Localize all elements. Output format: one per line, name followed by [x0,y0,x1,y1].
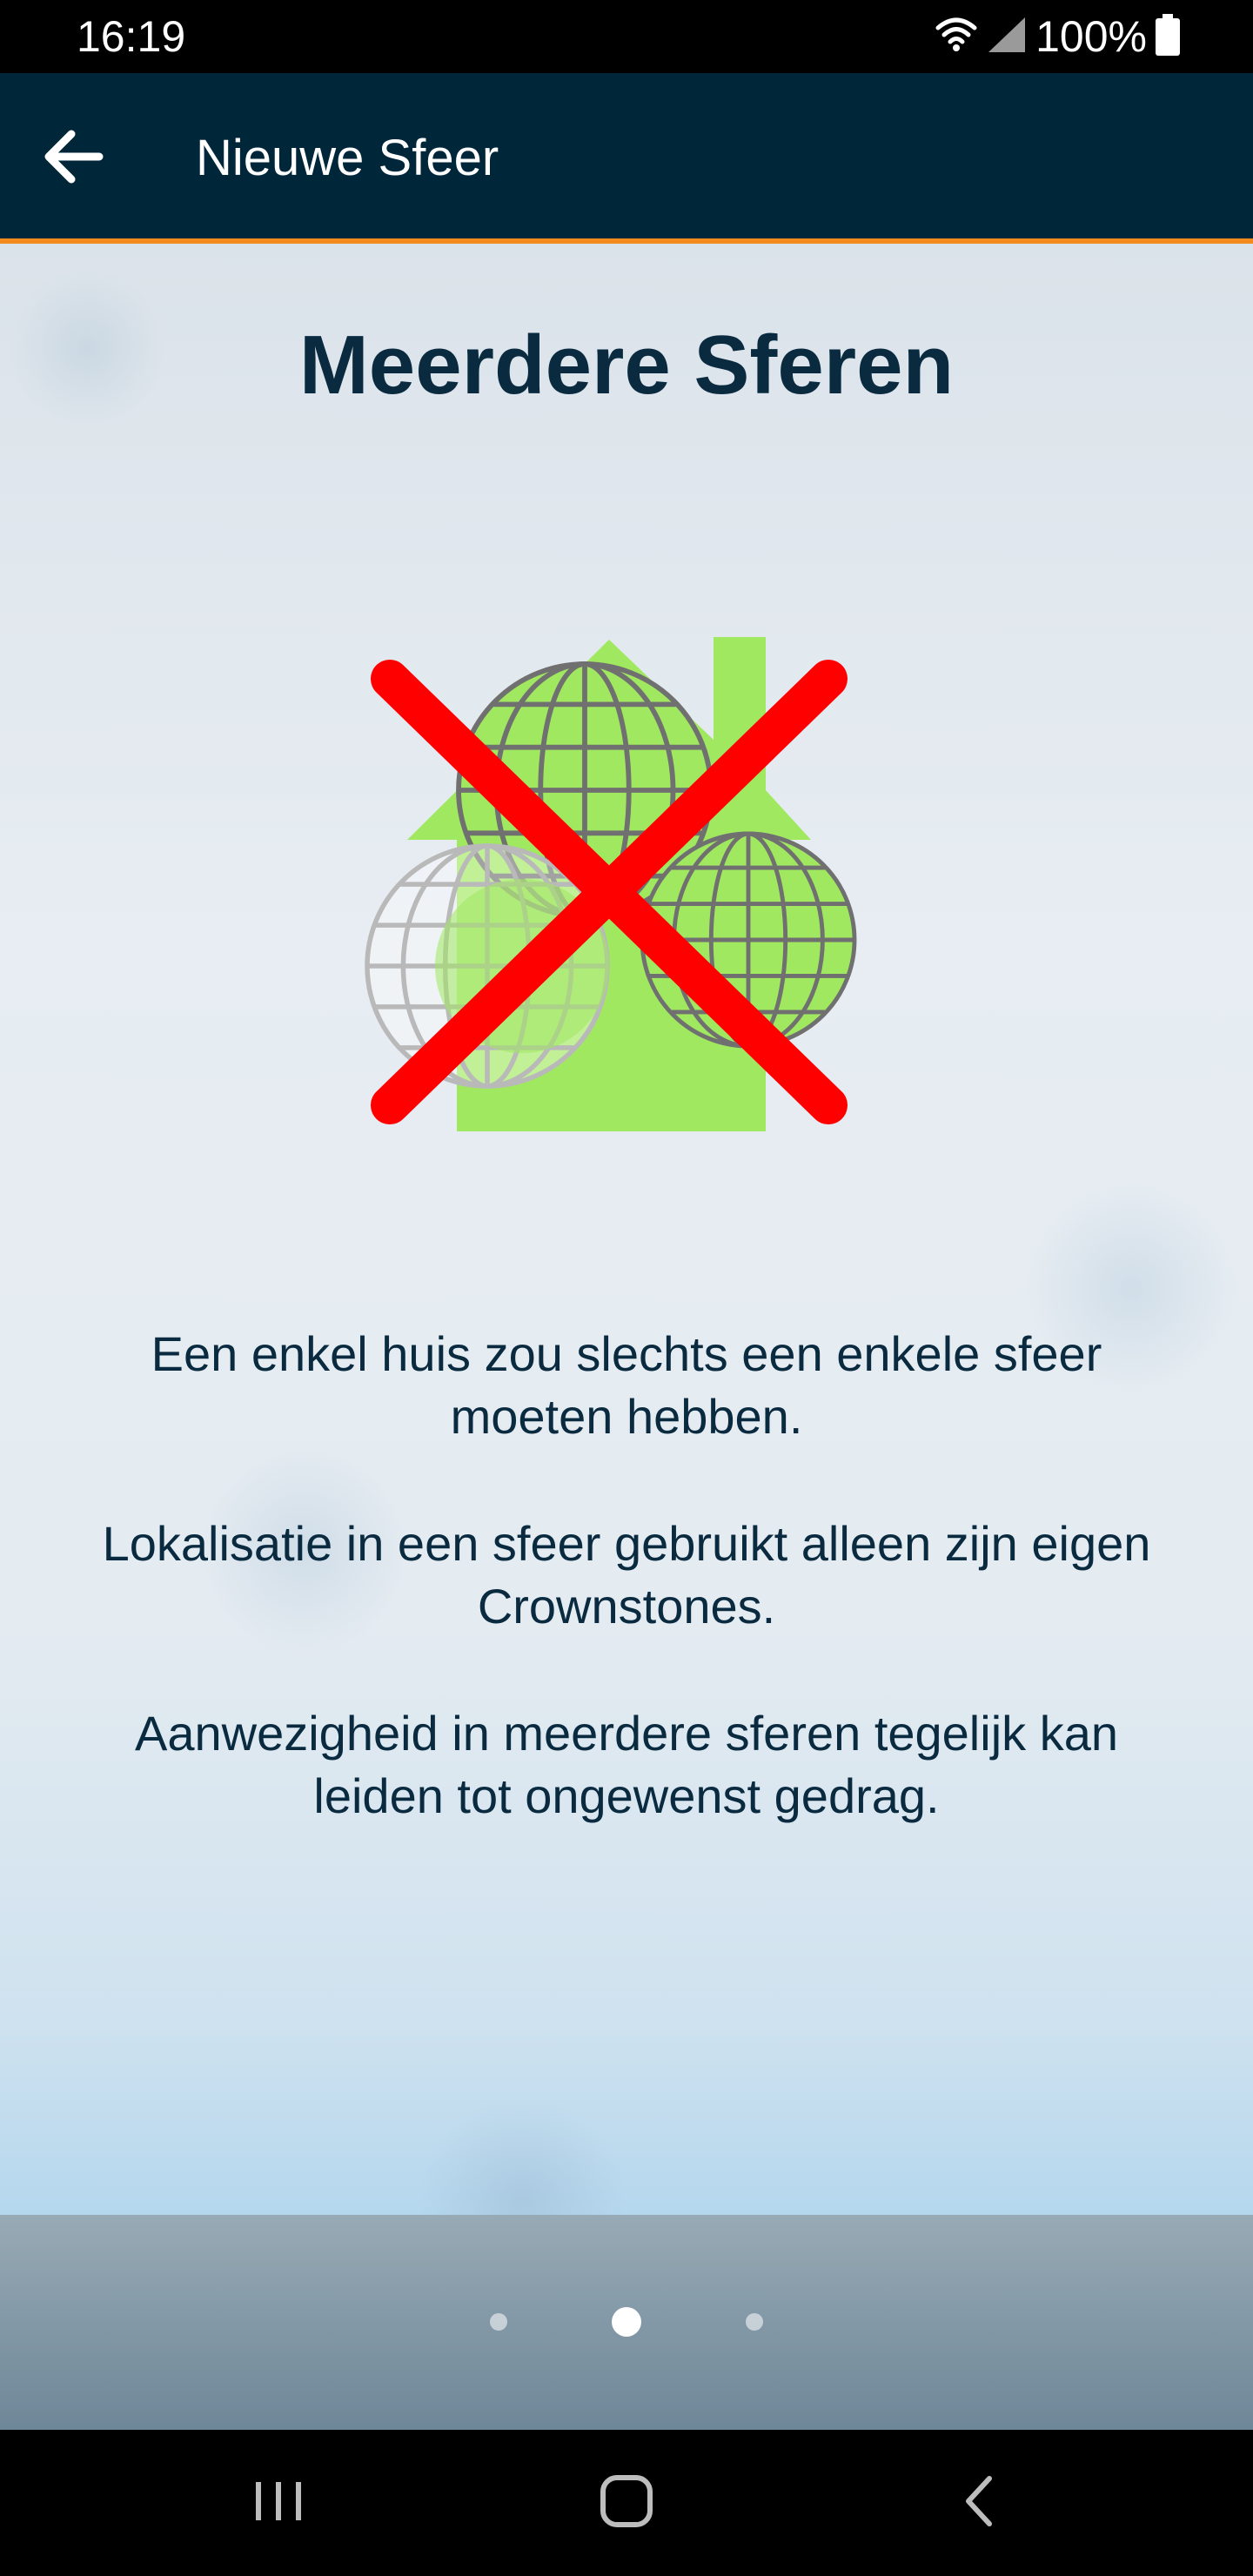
app-bar: Nieuwe Sfeer [0,73,1253,244]
signal-icon [987,16,1027,58]
system-nav-bar [0,2430,1253,2576]
home-button[interactable] [583,2459,670,2546]
page-dot-3[interactable] [746,2313,763,2331]
info-paragraph-single-home: Een enkel huis zou slechts een enkele sf… [151,1326,1102,1444]
recents-icon [252,2479,305,2528]
recents-button[interactable] [235,2459,322,2546]
system-back-button[interactable] [935,2459,1022,2546]
arrow-left-icon [42,129,104,189]
wifi-icon [935,16,978,58]
home-icon [599,2473,654,2533]
multiple-spheres-illustration [348,627,870,1314]
info-paragraph-localization: Lokalisatie in een sfeer gebruikt alleen… [102,1516,1151,1633]
content-area: Meerdere Sferen Een enkel huis zou slech… [0,244,1253,2215]
page-dot-1[interactable] [490,2313,507,2331]
back-icon [960,2473,998,2533]
status-bar: 16:19 100% [0,0,1253,73]
battery-percentage: 100% [1035,12,1147,61]
battery-icon [1156,13,1180,60]
back-button[interactable] [31,117,115,200]
info-paragraph-presence: Aanwezigheid in meerdere sferen tegelijk… [135,1706,1118,1823]
page-heading: Meerdere Sferen [298,319,955,412]
screen: 16:19 100% Nieuwe Sfeer Meerdere Sferen … [0,0,1253,2576]
status-time: 16:19 [77,12,186,61]
page-indicator [0,2215,1253,2430]
app-bar-title: Nieuwe Sfeer [196,130,499,186]
status-icons: 100% [935,12,1180,61]
page-dot-2-active[interactable] [612,2307,641,2337]
